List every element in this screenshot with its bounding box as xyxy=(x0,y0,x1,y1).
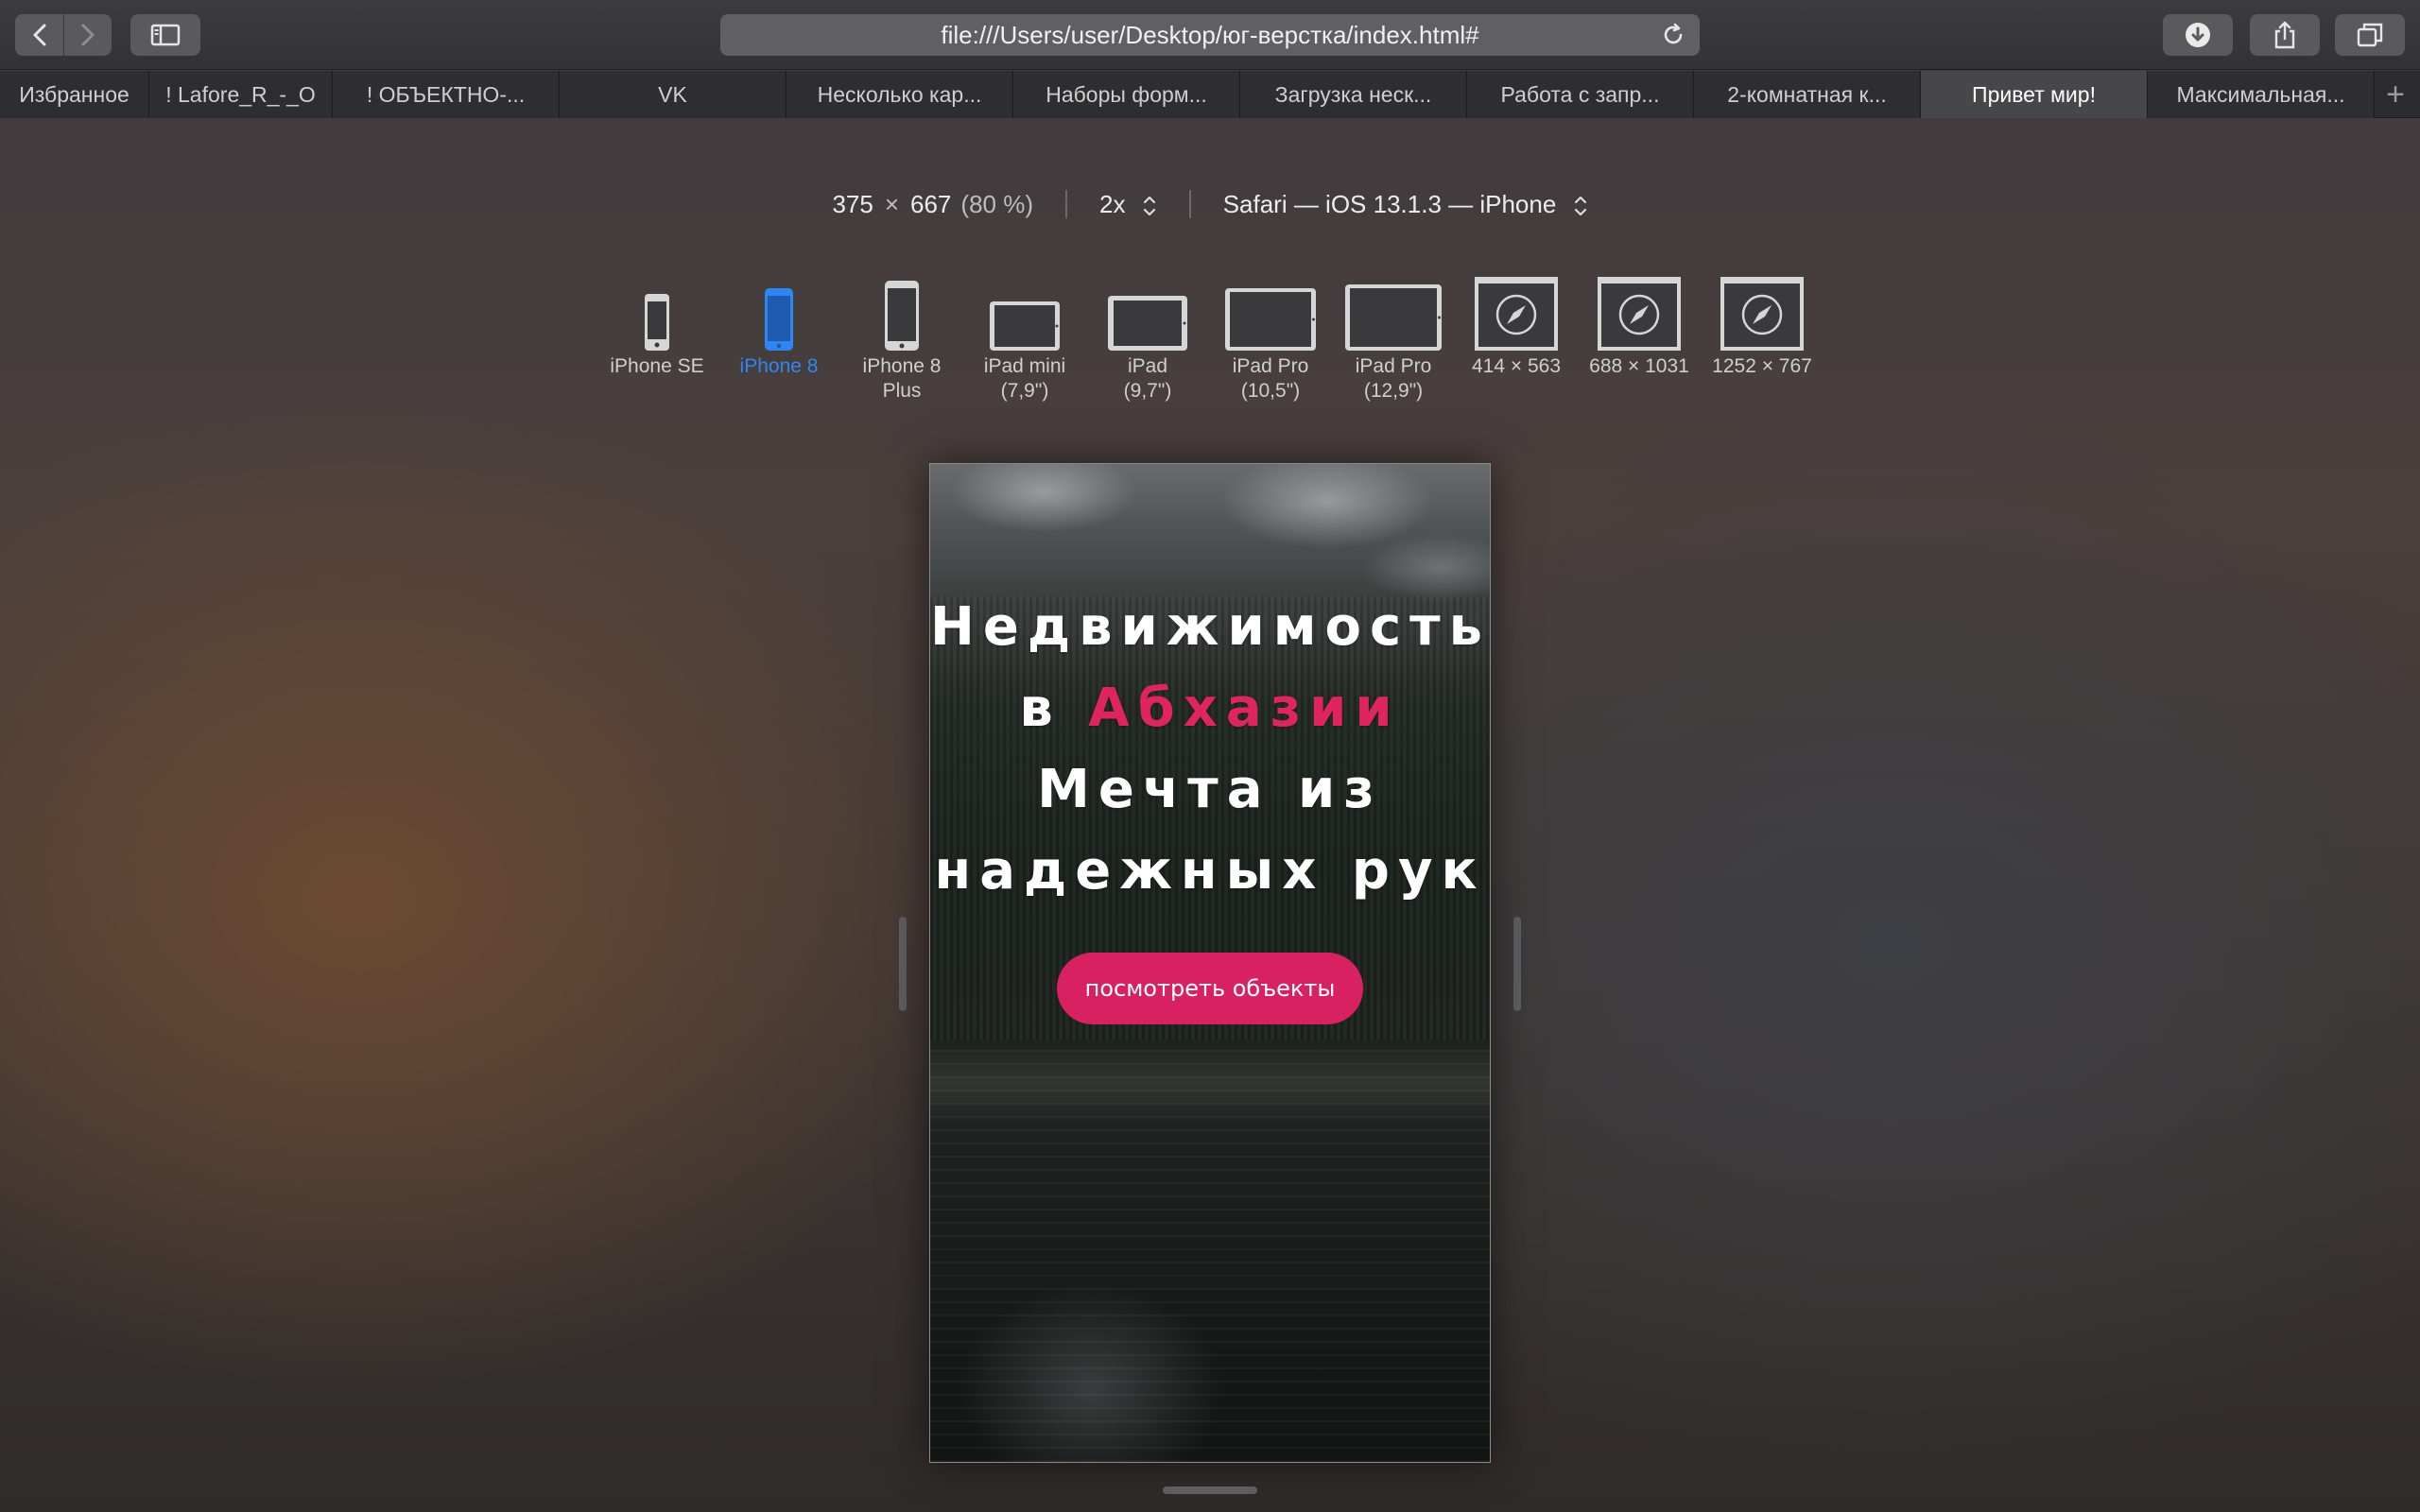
pixel-ratio-select[interactable]: 2x xyxy=(1099,190,1157,219)
address-bar[interactable]: file:///Users/user/Desktop/юг-верстка/in… xyxy=(720,14,1700,56)
phone-icon xyxy=(885,281,919,351)
resize-handle-bottom[interactable] xyxy=(1163,1486,1257,1494)
download-icon xyxy=(2186,23,2210,47)
hero-title-accent: Абхазии xyxy=(1088,678,1401,739)
plus-icon: + xyxy=(2386,76,2405,112)
tab-lafore[interactable]: ! Lafore_R_-_O xyxy=(149,71,333,118)
device-ipad-mini[interactable]: iPad mini (7,9") xyxy=(963,269,1086,404)
viewport-height[interactable]: 667 xyxy=(910,190,951,219)
forward-button[interactable] xyxy=(63,14,112,56)
downloads-button[interactable] xyxy=(2163,14,2233,56)
hero-title-line: Недвижимость xyxy=(930,596,1491,658)
device-ipad-pro-10-5[interactable]: iPad Pro (10,5") xyxy=(1209,269,1332,404)
tab-apartment[interactable]: 2-комнатная к... xyxy=(1694,71,1921,118)
cta-label: посмотреть объекты xyxy=(1084,975,1336,1002)
user-agent-value: Safari — iOS 13.1.3 — iPhone xyxy=(1222,189,1557,218)
hero-title-line: надежных рук xyxy=(934,840,1486,902)
tab-several-cards[interactable]: Несколько кар... xyxy=(786,71,1013,118)
phone-icon xyxy=(765,288,793,351)
viewport-width[interactable]: 375 xyxy=(832,190,873,219)
compass-icon xyxy=(1720,277,1804,351)
tab-favorites[interactable]: Избранное xyxy=(0,71,149,118)
chevron-right-icon xyxy=(81,24,95,46)
resize-handle-left[interactable] xyxy=(899,917,907,1011)
share-button[interactable] xyxy=(2250,14,2320,56)
view-objects-button[interactable]: посмотреть объекты xyxy=(1057,953,1363,1024)
device-window-414[interactable]: 414 × 563 xyxy=(1455,269,1578,379)
back-button[interactable] xyxy=(15,14,63,56)
hero-title: Недвижимость в Абхазии Мечта из надежных… xyxy=(930,587,1490,912)
zoom-level: (80 %) xyxy=(960,189,1033,218)
tab-maximum[interactable]: Максимальная... xyxy=(2148,71,2375,118)
device-window-688[interactable]: 688 × 1031 xyxy=(1578,269,1701,379)
dimension-separator: × xyxy=(884,189,900,218)
tab-oop[interactable]: ! ОБЪЕКТНО-... xyxy=(333,71,560,118)
phone-icon xyxy=(645,294,669,351)
chevron-left-icon xyxy=(33,24,45,46)
hero-title-line: Мечта из xyxy=(1037,759,1383,820)
tab-loading[interactable]: Загрузка неск... xyxy=(1240,71,1467,118)
device-presets: iPhone SE iPhone 8 iPhone 8 Plus iPad mi… xyxy=(0,269,2420,411)
tablet-icon xyxy=(1345,284,1442,351)
resize-handle-right[interactable] xyxy=(1513,917,1521,1011)
device-window-1252[interactable]: 1252 × 767 xyxy=(1701,269,1824,379)
device-iphone-se[interactable]: iPhone SE xyxy=(596,269,718,379)
share-icon xyxy=(2274,21,2295,49)
responsive-toolbar: 375 × 667 (80 %) 2x Safari — iOS 13.1.3 … xyxy=(0,185,2420,223)
device-ipad[interactable]: iPad (9,7") xyxy=(1086,269,1209,404)
navigation-buttons xyxy=(15,14,112,56)
hero-background-lake xyxy=(930,1050,1490,1462)
divider xyxy=(1064,190,1067,218)
sidebar-button[interactable] xyxy=(130,14,200,56)
tab-vk[interactable]: VK xyxy=(560,71,786,118)
hero-title-line: в xyxy=(1019,678,1089,739)
tabs-overview-button[interactable] xyxy=(2335,14,2405,56)
hero-background-mountains xyxy=(930,464,1490,606)
compass-icon xyxy=(1598,277,1681,351)
url-text: file:///Users/user/Desktop/юг-верстка/in… xyxy=(941,20,1479,49)
tab-requests[interactable]: Работа с запр... xyxy=(1467,71,1694,118)
device-iphone-8[interactable]: iPhone 8 xyxy=(717,269,840,379)
device-ipad-pro-12-9[interactable]: iPad Pro (12,9") xyxy=(1332,269,1455,404)
reload-icon[interactable] xyxy=(1660,22,1686,48)
tablet-icon xyxy=(990,301,1060,351)
up-down-chevron-icon xyxy=(1143,196,1155,215)
tablet-icon xyxy=(1108,296,1187,351)
tab-form-sets[interactable]: Наборы форм... xyxy=(1013,71,1240,118)
pixel-ratio-value: 2x xyxy=(1098,189,1126,218)
browser-toolbar: file:///Users/user/Desktop/юг-верстка/in… xyxy=(0,0,2420,70)
tabs-overview-icon xyxy=(2357,23,2383,47)
tab-hello-world[interactable]: Привет мир! xyxy=(1921,71,2148,118)
tablet-icon xyxy=(1225,288,1316,351)
divider xyxy=(1188,190,1191,218)
sidebar-icon xyxy=(150,24,181,46)
device-iphone-8-plus[interactable]: iPhone 8 Plus xyxy=(840,269,963,404)
user-agent-select[interactable]: Safari — iOS 13.1.3 — iPhone xyxy=(1223,190,1588,219)
compass-icon xyxy=(1475,277,1558,351)
up-down-chevron-icon xyxy=(1574,196,1586,215)
tab-bar: Избранное ! Lafore_R_-_O ! ОБЪЕКТНО-... … xyxy=(0,71,2420,118)
device-viewport: Недвижимость в Абхазии Мечта из надежных… xyxy=(929,463,1491,1463)
new-tab-button[interactable]: + xyxy=(2375,71,2416,118)
